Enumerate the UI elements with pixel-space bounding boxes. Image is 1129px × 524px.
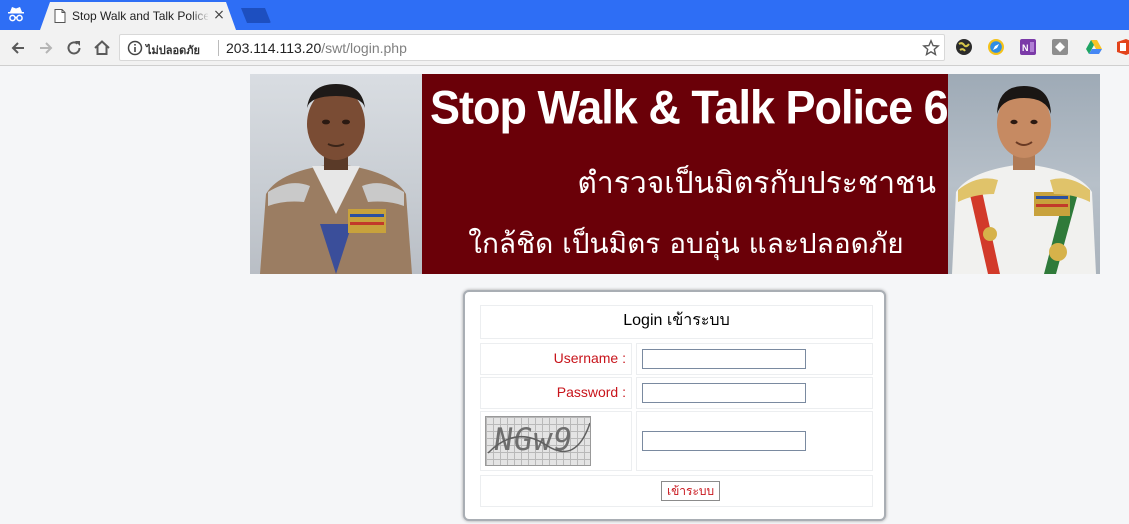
url-path: /swt/login.php	[321, 40, 407, 56]
info-icon[interactable]	[127, 40, 143, 56]
header-banner: Stop Walk & Talk Police 6 ตำรวจเป็นมิตรก…	[250, 74, 1100, 274]
url-host: 203.114.113.20	[226, 40, 322, 56]
onenote-icon[interactable]: N	[1019, 38, 1037, 56]
officer-portrait-left	[250, 74, 422, 274]
officer-portrait-right	[948, 74, 1100, 274]
tab-title: Stop Walk and Talk Police 6	[72, 9, 208, 23]
captcha-input[interactable]	[642, 431, 806, 451]
globe-extension-icon[interactable]	[955, 38, 973, 56]
tab-active[interactable]: Stop Walk and Talk Police 6 ×	[40, 2, 236, 30]
reload-icon[interactable]	[63, 37, 85, 59]
incognito-icon	[6, 4, 26, 24]
username-label: Username :	[480, 343, 632, 375]
password-label: Password :	[480, 377, 632, 409]
home-icon[interactable]	[91, 37, 113, 59]
captcha-input-cell	[636, 411, 873, 471]
forward-arrow-icon[interactable]	[35, 37, 57, 59]
google-drive-icon[interactable]	[1085, 38, 1103, 56]
svg-text:N: N	[1022, 43, 1029, 53]
new-tab-button[interactable]	[241, 8, 271, 23]
star-icon[interactable]	[922, 39, 940, 57]
submit-row: เข้าระบบ	[480, 475, 873, 507]
captcha-cell: NGw9	[480, 411, 632, 471]
login-title: Login เข้าระบบ	[480, 305, 873, 339]
office-icon[interactable]	[1115, 38, 1129, 56]
document-icon	[54, 8, 66, 23]
security-label[interactable]: ไม่ปลอดภัย	[146, 41, 200, 59]
banner-title: Stop Walk & Talk Police 6	[430, 80, 949, 135]
back-arrow-icon[interactable]	[7, 37, 29, 59]
password-input[interactable]	[642, 383, 806, 403]
browser-tabstrip: Stop Walk and Talk Police 6 ×	[0, 0, 1129, 30]
extension-box-icon[interactable]	[1051, 38, 1069, 56]
login-form: Login เข้าระบบ Username : Password : NGw…	[463, 290, 886, 521]
login-submit-button[interactable]: เข้าระบบ	[661, 481, 721, 501]
password-cell	[636, 377, 873, 409]
browser-toolbar: ไม่ปลอดภัย 203.114.113.20/swt/login.php …	[0, 30, 1129, 66]
banner-tagline: ใกล้ชิด เป็นมิตร อบอุ่น และปลอดภัย	[468, 227, 904, 260]
banner-slogan: ตำรวจเป็นมิตรกับประชาชน	[577, 166, 936, 201]
url-text[interactable]: 203.114.113.20/swt/login.php	[226, 40, 407, 56]
address-bar[interactable]: ไม่ปลอดภัย 203.114.113.20/swt/login.php	[119, 34, 945, 61]
username-cell	[636, 343, 873, 375]
captcha-image: NGw9	[485, 416, 591, 466]
username-input[interactable]	[642, 349, 806, 369]
compass-extension-icon[interactable]	[987, 38, 1005, 56]
tab-close-icon[interactable]: ×	[210, 6, 228, 24]
